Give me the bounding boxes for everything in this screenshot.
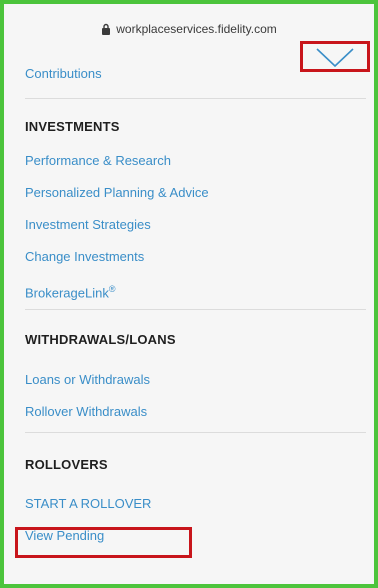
registered-mark: ® xyxy=(108,284,116,294)
section-heading-rollovers: ROLLOVERS xyxy=(25,457,108,472)
menu-link-rollover-withdrawals[interactable]: Rollover Withdrawals xyxy=(25,396,366,428)
menu-link-change-investments[interactable]: Change Investments xyxy=(25,241,366,273)
menu-link-brokeragelink[interactable]: BrokerageLink® xyxy=(25,273,366,305)
lock-icon xyxy=(102,23,111,35)
menu-link-loans-withdrawals[interactable]: Loans or Withdrawals xyxy=(25,364,366,396)
menu-link-contributions[interactable]: Contributions xyxy=(25,58,366,90)
browser-window: workplaceservices.fidelity.com Contribut… xyxy=(4,4,374,584)
url-text: workplaceservices.fidelity.com xyxy=(116,22,277,36)
menu-link-performance-research[interactable]: Performance & Research xyxy=(25,145,366,177)
menu-link-start-rollover[interactable]: START A ROLLOVER xyxy=(25,488,366,520)
menu-link-planning-advice[interactable]: Personalized Planning & Advice xyxy=(25,177,366,209)
navigation-menu: Contributions INVESTMENTS Performance & … xyxy=(25,52,366,552)
divider xyxy=(25,98,366,99)
menu-link-view-pending[interactable]: View Pending xyxy=(25,520,366,552)
menu-link-investment-strategies[interactable]: Investment Strategies xyxy=(25,209,366,241)
brokeragelink-label: BrokerageLink xyxy=(25,285,109,301)
section-heading-withdrawals-loans: WITHDRAWALS/LOANS xyxy=(25,332,176,347)
divider xyxy=(25,309,366,310)
divider xyxy=(25,432,366,433)
section-heading-investments: INVESTMENTS xyxy=(25,119,120,134)
